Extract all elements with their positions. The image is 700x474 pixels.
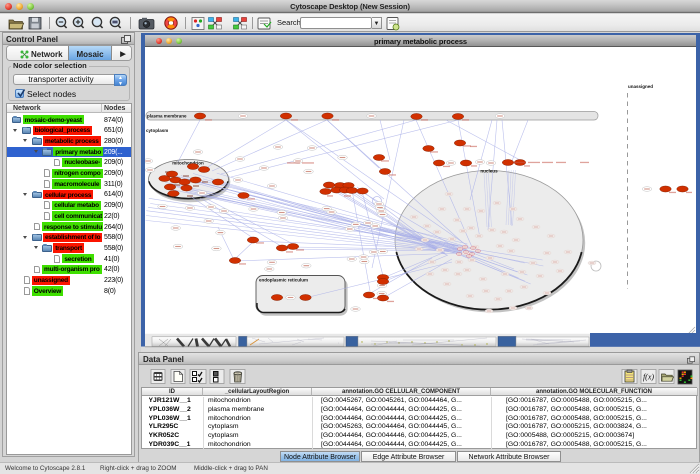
svg-text:f(x): f(x): [643, 373, 654, 382]
svg-text:nucleus: nucleus: [480, 169, 498, 174]
svg-text:cytoplasm: cytoplasm: [146, 128, 168, 133]
svg-text:plasma membrane: plasma membrane: [147, 114, 187, 119]
svg-text:endoplasmic reticulum: endoplasmic reticulum: [259, 278, 308, 283]
svg-text:unassigned: unassigned: [628, 84, 653, 89]
